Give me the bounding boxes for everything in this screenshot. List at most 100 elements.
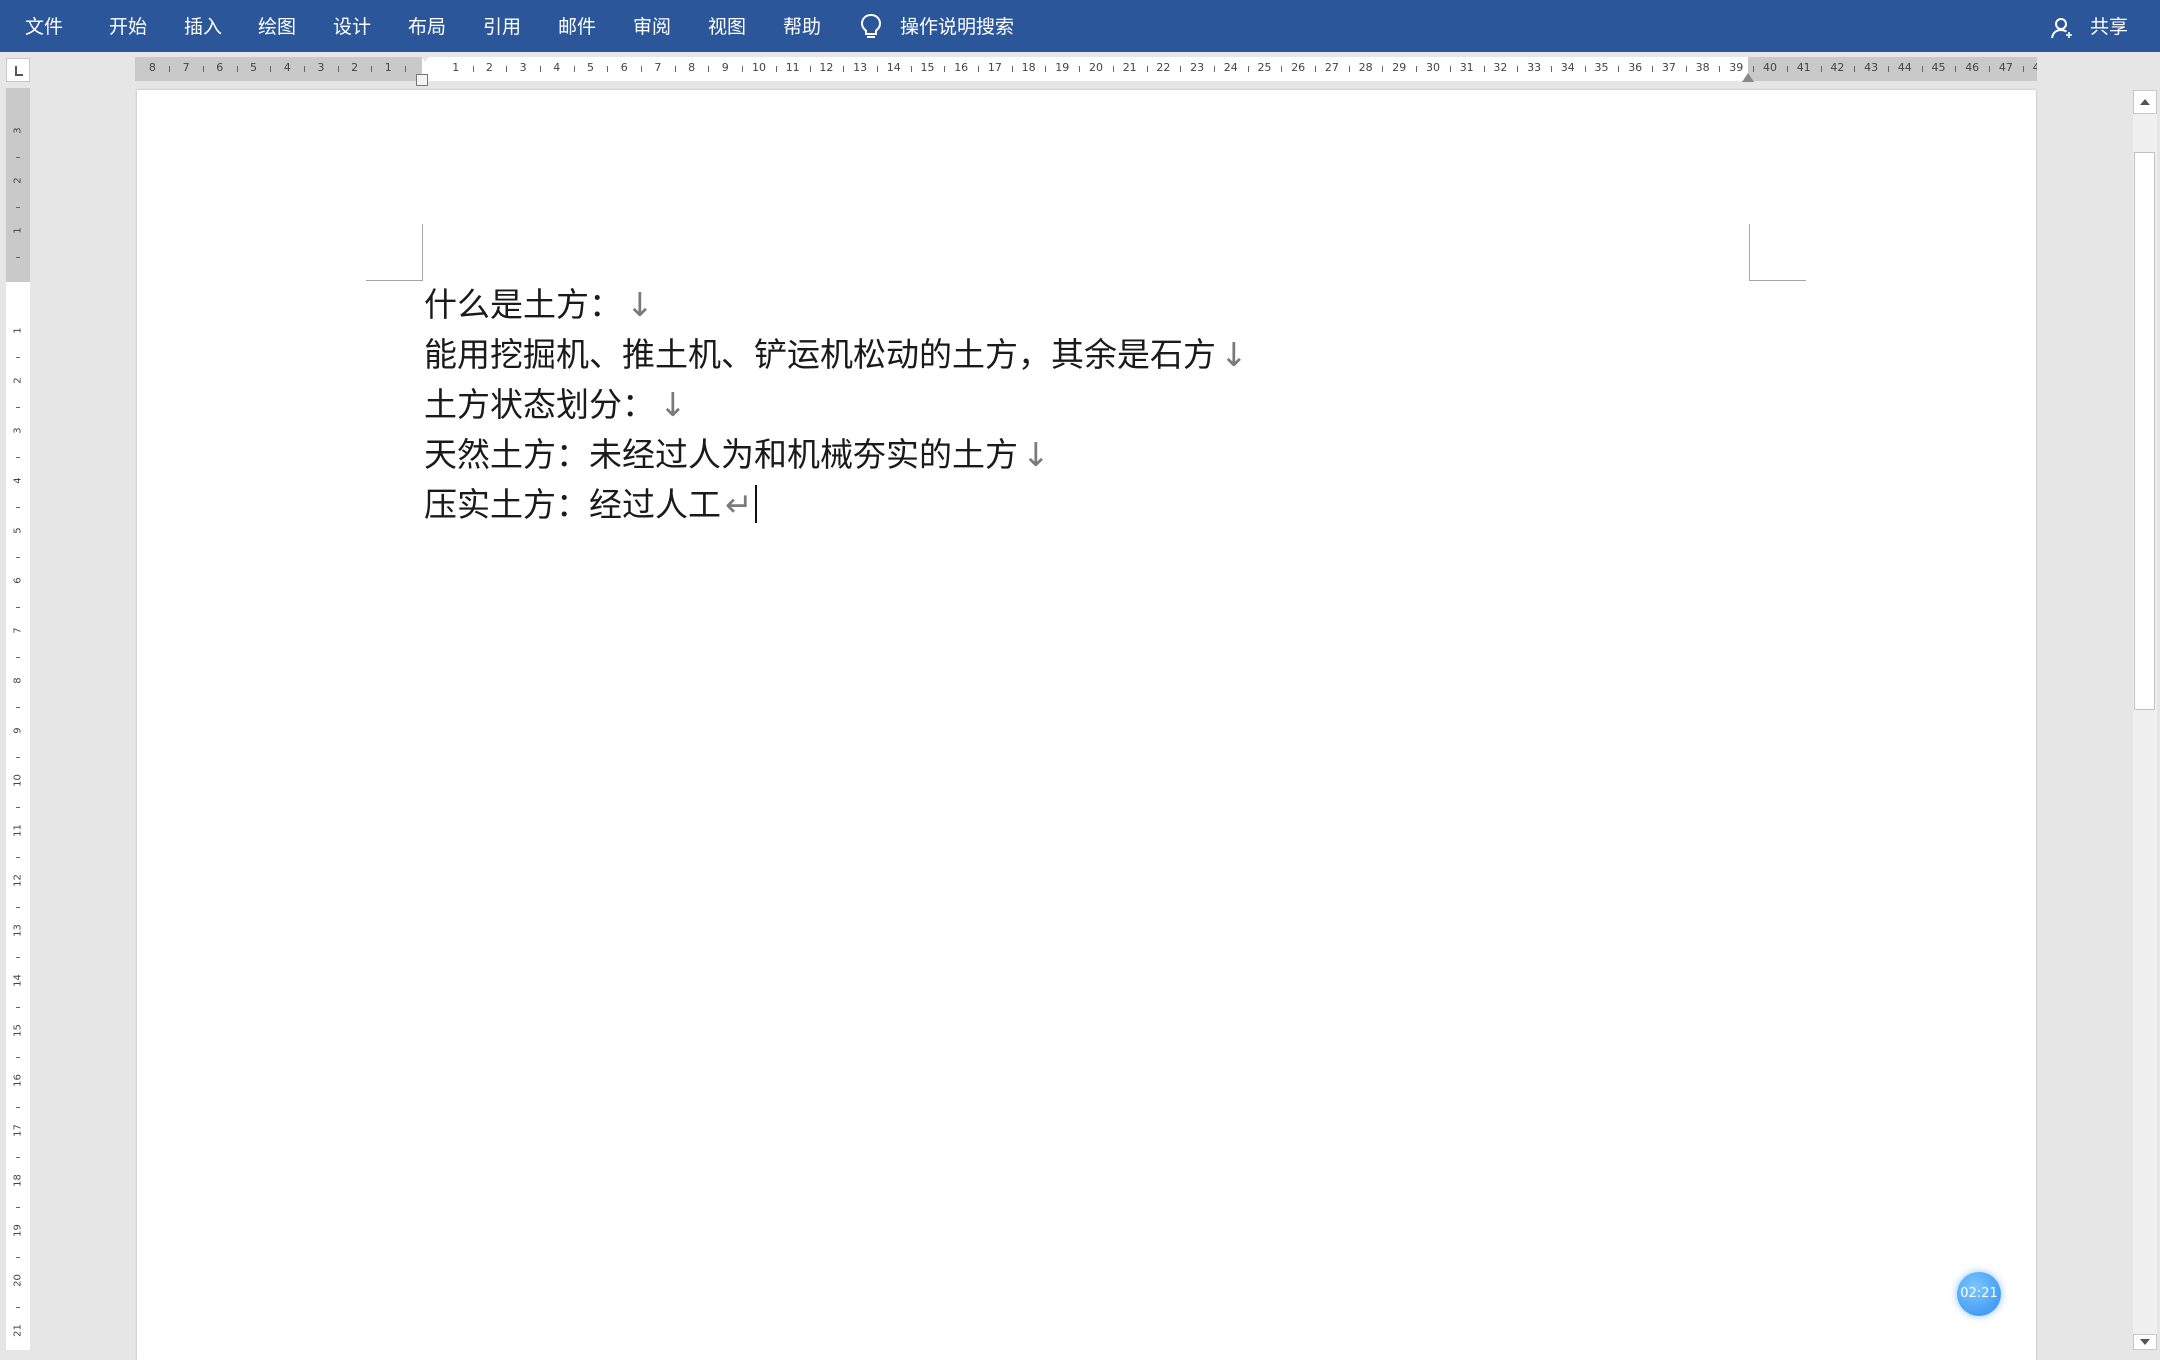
ruler-tick	[16, 557, 20, 558]
ruler-tick	[270, 66, 272, 72]
menu-file[interactable]: 文件	[25, 0, 63, 52]
ruler-number: 12	[12, 874, 24, 887]
vertical-ruler[interactable]: 3 2 1 1 2 3 4 5 6 7 8 9 10 11 12 13 14 15 16 17 18 19 20 21	[6, 88, 30, 1350]
ruler-number: 29	[1392, 61, 1407, 74]
ruler-tick	[1887, 66, 1889, 72]
ruler-tick	[1786, 66, 1788, 72]
ruler-number: 36	[1628, 61, 1643, 74]
line-break-mark: ↓	[659, 385, 687, 424]
left-indent-marker[interactable]	[416, 74, 428, 86]
paragraph[interactable]: 天然土方：未经过人为和机械夯实的土方 ↓	[424, 430, 1754, 480]
lightbulb-icon	[860, 13, 882, 38]
ruler-tick	[405, 66, 407, 72]
menu-review[interactable]: 审阅	[633, 0, 671, 52]
ruler-number: 45	[1931, 61, 1946, 74]
ruler-tick	[1517, 66, 1519, 72]
ruler-number: 11	[12, 824, 24, 837]
right-indent-marker[interactable]	[1742, 73, 1754, 82]
tab-selector-button[interactable]	[6, 58, 30, 82]
paragraph-text: 能用挖掘机、推土机、铲运机松动的土方，其余是石方	[424, 335, 1216, 374]
ruler-tick	[16, 1157, 20, 1158]
paragraph-text: 压实土方：经过人工	[424, 485, 721, 524]
first-line-indent-marker[interactable]	[419, 54, 431, 62]
ruler-number: 41	[1796, 61, 1811, 74]
scroll-down-button[interactable]	[2133, 1334, 2157, 1350]
ruler-number: 26	[1291, 61, 1306, 74]
ruler-number: 5	[587, 61, 594, 74]
ruler-tick	[16, 607, 20, 608]
menu-insert[interactable]: 插入	[184, 0, 222, 52]
ruler-number: 14	[12, 974, 24, 987]
ruler-number: 13	[853, 61, 868, 74]
tell-me-search[interactable]: 操作说明搜索	[900, 0, 1014, 52]
ruler-tick	[1281, 66, 1283, 72]
ruler-tick	[1854, 66, 1856, 72]
ruler-tick	[1348, 66, 1350, 72]
menu-design[interactable]: 设计	[333, 0, 371, 52]
document-body[interactable]: 什么是土方： ↓ 能用挖掘机、推土机、铲运机松动的土方，其余是石方 ↓ 土方状态划分…	[424, 280, 1754, 530]
ruler-tick	[472, 66, 474, 72]
paragraph[interactable]: 土方状态划分： ↓	[424, 380, 1754, 430]
paragraph[interactable]: 什么是土方： ↓	[424, 280, 1754, 330]
ruler-number: 9	[721, 61, 729, 74]
ruler-left-margin	[135, 57, 422, 81]
share-person-icon[interactable]	[2050, 16, 2074, 40]
menu-view[interactable]: 视图	[708, 0, 746, 52]
ruler-number: 28	[1358, 61, 1373, 74]
ruler-number: 43	[1864, 61, 1879, 74]
ruler-number: 2	[12, 377, 24, 384]
ruler-tick	[371, 66, 373, 72]
ruler-number: 3	[317, 61, 325, 74]
menu-help[interactable]: 帮助	[783, 0, 821, 52]
ruler-number: 21	[1122, 61, 1137, 74]
menu-references[interactable]: 引用	[483, 0, 521, 52]
ruler-tick	[337, 66, 339, 72]
share-button[interactable]: 共享	[2090, 0, 2128, 52]
ruler-tick	[16, 907, 20, 908]
ruler-number: 12	[819, 61, 834, 74]
ruler-number: 6	[12, 577, 24, 584]
ruler-tick	[1382, 66, 1384, 72]
ruler-tick	[1213, 66, 1215, 72]
ruler-tick	[304, 66, 306, 72]
ruler-number: 13	[12, 924, 24, 937]
ruler-tick	[1719, 66, 1721, 72]
ruler-number: 8	[148, 61, 156, 74]
menu-mailings[interactable]: 邮件	[558, 0, 596, 52]
ruler-tick	[1045, 66, 1047, 72]
ruler-tick	[1618, 66, 1620, 72]
margin-corner-top-left	[366, 224, 423, 281]
line-break-mark: ↓	[1022, 435, 1050, 474]
ruler-number: 14	[886, 61, 901, 74]
scroll-up-button[interactable]	[2133, 90, 2157, 114]
ruler-number: 1	[384, 61, 392, 74]
ruler-tick	[1753, 66, 1755, 72]
ruler-number: 8	[688, 61, 696, 74]
ruler-tick	[1921, 66, 1923, 72]
ruler-number: 3	[519, 61, 527, 74]
ruler-tick	[16, 657, 20, 658]
menu-layout[interactable]: 布局	[408, 0, 446, 52]
ruler-tick	[775, 66, 777, 72]
menu-draw[interactable]: 绘图	[258, 0, 296, 52]
paragraph[interactable]: 压实土方：经过人工 ↵	[424, 480, 1754, 530]
ruler-number: 2	[12, 177, 24, 184]
ruler-number: 38	[1695, 61, 1710, 74]
document-page[interactable]: 什么是土方： ↓ 能用挖掘机、推土机、铲运机松动的土方，其余是石方 ↓ 土方状态划分…	[137, 90, 2036, 1360]
ruler-number: 34	[1560, 61, 1575, 74]
ruler-tick	[1146, 66, 1148, 72]
ruler-tick	[1820, 66, 1822, 72]
ruler-number: 16	[954, 61, 969, 74]
menu-home[interactable]: 开始	[109, 0, 147, 52]
ruler-tick	[16, 1107, 20, 1108]
ruler-number: 1	[452, 61, 460, 74]
ruler-tick	[16, 707, 20, 708]
paragraph[interactable]: 能用挖掘机、推土机、铲运机松动的土方，其余是石方 ↓	[424, 330, 1754, 380]
ruler-number: 3	[12, 427, 24, 434]
ruler-tick	[16, 207, 20, 208]
scrollbar-thumb[interactable]	[2134, 152, 2155, 710]
ruler-number: 5	[250, 61, 257, 74]
ruler-number: 30	[1426, 61, 1440, 74]
ruler-tick	[843, 66, 845, 72]
ruler-tick	[1079, 66, 1081, 72]
